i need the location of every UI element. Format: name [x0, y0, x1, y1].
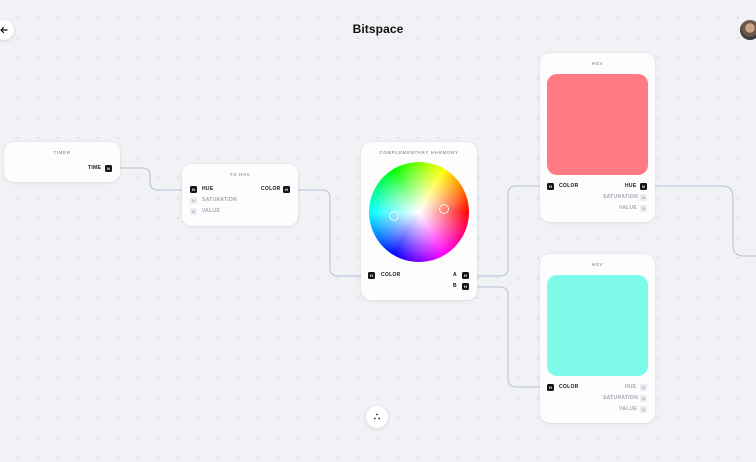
- avatar[interactable]: [740, 20, 756, 40]
- output-label-saturation: SATURATION: [603, 395, 639, 401]
- output-label-hue: HUE: [625, 384, 637, 390]
- output-port-a[interactable]: H: [462, 272, 469, 279]
- wheel-handle-a[interactable]: [389, 211, 399, 221]
- output-port-value[interactable]: N: [640, 205, 647, 212]
- output-port-b[interactable]: H: [462, 283, 469, 290]
- output-port-saturation[interactable]: N: [640, 395, 647, 402]
- color-wheel[interactable]: [369, 162, 469, 262]
- input-label-color: COLOR: [381, 272, 401, 278]
- input-label-color: COLOR: [559, 384, 579, 390]
- output-port-hue[interactable]: N: [640, 384, 647, 391]
- node-hsv-a[interactable]: HSV H COLOR HUE N SATURATION N VALUE N: [540, 53, 655, 222]
- output-port-saturation[interactable]: N: [640, 194, 647, 201]
- input-port-color[interactable]: H: [368, 272, 375, 279]
- node-title: TIMER: [53, 150, 71, 155]
- node-complementary-harmony[interactable]: COMPLEMENTARY HARMONY H COLOR A H B H: [361, 142, 477, 300]
- input-port-hue[interactable]: N: [190, 186, 197, 193]
- wire-time-to-hue: [112, 167, 190, 191]
- node-title: HSV: [591, 262, 604, 267]
- output-label-value: VALUE: [619, 406, 638, 412]
- input-label-value: VALUE: [202, 208, 221, 214]
- input-label-color: COLOR: [559, 183, 579, 189]
- output-label-saturation: SATURATION: [603, 194, 639, 200]
- output-label-value: VALUE: [619, 205, 638, 211]
- output-label-time: TIME: [88, 165, 102, 171]
- node-title: TO HSV: [229, 172, 251, 177]
- wire-hue-out: [645, 185, 756, 257]
- output-label-b: B: [453, 283, 457, 289]
- input-port-value[interactable]: N: [190, 208, 197, 215]
- node-hsv-b[interactable]: HSV H COLOR HUE N SATURATION N VALUE N: [540, 254, 655, 423]
- node-title: HSV: [591, 61, 604, 66]
- output-port-time[interactable]: N: [105, 165, 112, 172]
- output-port-value[interactable]: N: [640, 406, 647, 413]
- input-port-color[interactable]: H: [547, 384, 554, 391]
- color-swatch: [547, 74, 648, 175]
- output-label-hue: HUE: [625, 183, 637, 189]
- output-label-color: COLOR: [261, 186, 281, 192]
- output-label-a: A: [453, 272, 457, 278]
- input-port-saturation[interactable]: N: [190, 197, 197, 204]
- input-label-saturation: SATURATION: [202, 197, 238, 203]
- output-port-hue[interactable]: N: [640, 183, 647, 190]
- wheel-handle-b[interactable]: [439, 204, 449, 214]
- node-to-hsv[interactable]: TO HSV N HUE N SATURATION N VALUE COLOR …: [182, 164, 298, 226]
- node-title: COMPLEMENTARY HARMONY: [379, 150, 459, 155]
- input-label-hue: HUE: [202, 186, 214, 192]
- output-port-color[interactable]: H: [283, 186, 290, 193]
- page-title: Bitspace: [352, 22, 404, 36]
- input-port-color[interactable]: H: [547, 183, 554, 190]
- color-swatch: [547, 275, 648, 376]
- add-node-button[interactable]: [366, 406, 388, 428]
- wire-a-to-hsv-a: [465, 185, 550, 277]
- node-timer[interactable]: TIMER TIME N: [4, 142, 120, 182]
- wire-color-to-harmony: [290, 189, 372, 277]
- wire-b-to-hsv-b: [465, 286, 550, 388]
- dots-icon: [373, 413, 381, 420]
